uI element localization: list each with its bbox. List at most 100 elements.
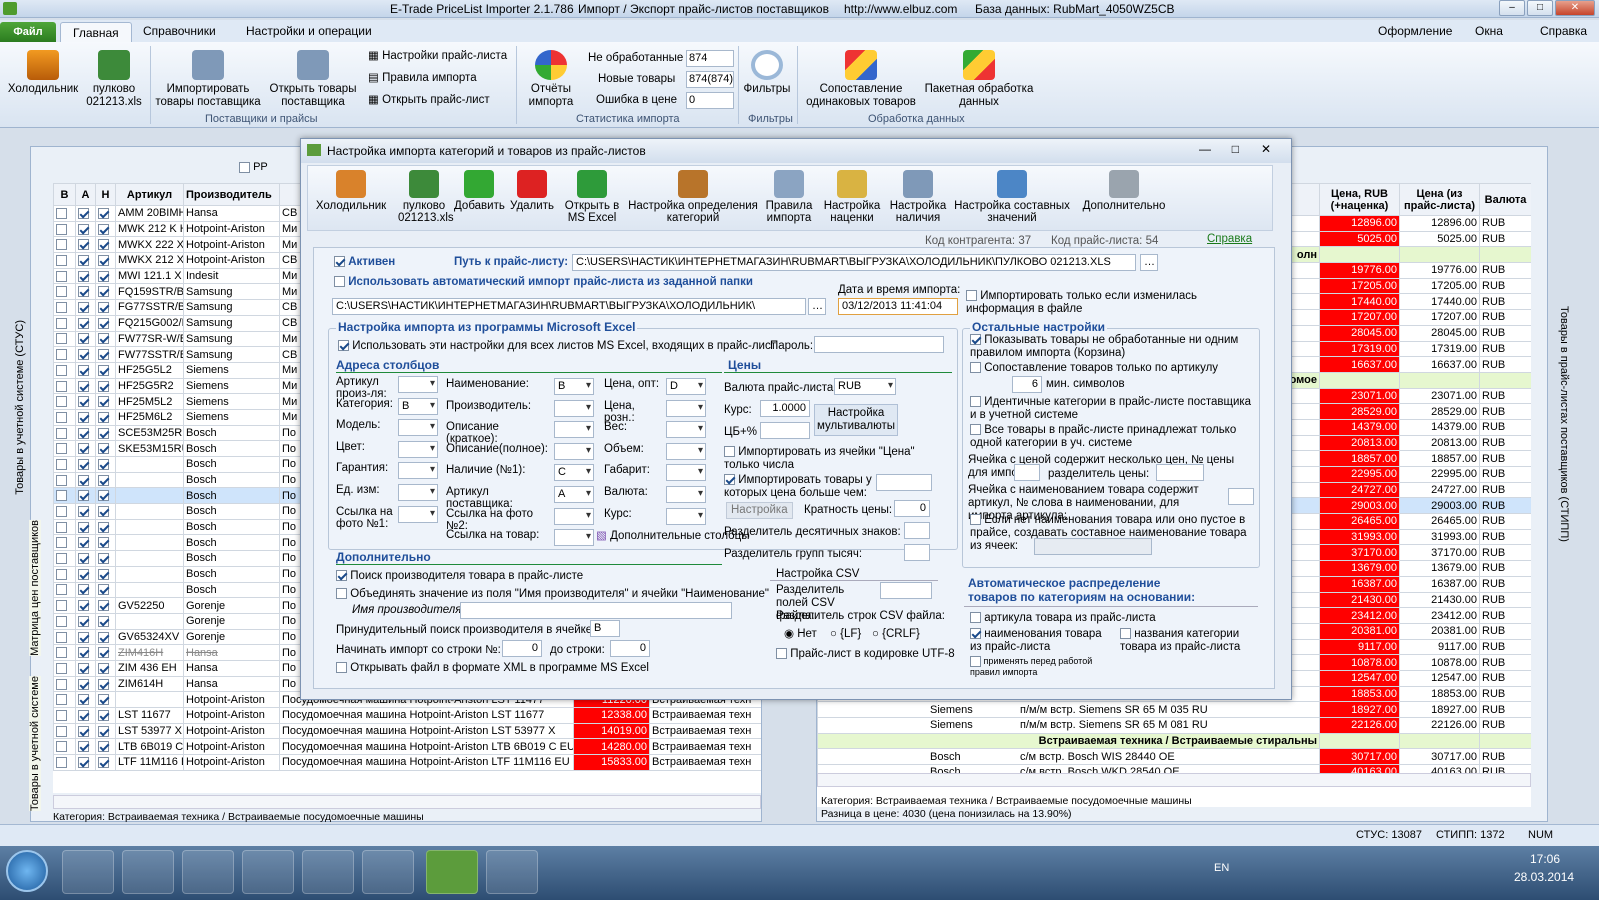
- row-checkbox[interactable]: [98, 521, 109, 533]
- row-checkbox[interactable]: [98, 584, 109, 596]
- row-checkbox[interactable]: [56, 380, 67, 392]
- row-checkbox[interactable]: [98, 380, 109, 392]
- c3-select-3[interactable]: [666, 442, 706, 460]
- datetime-input[interactable]: 03/12/2013 11:41:04: [838, 298, 958, 315]
- row-checkbox[interactable]: [78, 490, 89, 502]
- row-checkbox[interactable]: [56, 317, 67, 329]
- row-checkbox[interactable]: [98, 207, 109, 219]
- tab-main[interactable]: Главная: [60, 22, 132, 43]
- c2-select-2[interactable]: [554, 421, 594, 439]
- row-checkbox[interactable]: [56, 349, 67, 361]
- other-opt-1[interactable]: Показывать товары не обработанные ни одн…: [970, 334, 1250, 360]
- row-checkbox[interactable]: [78, 380, 89, 392]
- c3-select-0[interactable]: D: [666, 378, 706, 395]
- auto-import-checkbox[interactable]: Использовать автоматический импорт прайс…: [334, 276, 753, 289]
- toolbar-delete-button[interactable]: Удалить: [508, 170, 556, 212]
- row-checkbox[interactable]: [56, 490, 67, 502]
- merge-checkbox[interactable]: Объединять значение из поля "Имя произво…: [336, 588, 769, 601]
- csv-field-sep-input[interactable]: [880, 582, 932, 599]
- row-checkbox[interactable]: [98, 662, 109, 674]
- thousands-input[interactable]: [904, 544, 930, 561]
- row-checkbox[interactable]: [56, 662, 67, 674]
- row-checkbox[interactable]: [78, 286, 89, 298]
- row-checkbox[interactable]: [98, 255, 109, 266]
- other-opt-2[interactable]: Сопоставление товаров только по артикулу: [970, 362, 1218, 375]
- c1-select-0[interactable]: [398, 376, 438, 393]
- row-checkbox[interactable]: [78, 709, 89, 721]
- explorer-icon[interactable]: [62, 850, 114, 894]
- multiplicity-input[interactable]: 0: [894, 500, 930, 517]
- category-row[interactable]: Встраиваемая техника / Встраиваемые стир…: [817, 732, 1531, 750]
- maximize-button[interactable]: □: [1527, 0, 1553, 16]
- composite-name-input[interactable]: [1034, 538, 1152, 555]
- start-button[interactable]: [6, 850, 48, 892]
- compare-button[interactable]: Сопоставление одинаковых товаров: [802, 50, 920, 109]
- toolbar-fridge-button[interactable]: Холодильник: [312, 170, 390, 212]
- excel-taskbar-icon[interactable]: [486, 850, 538, 894]
- row-checkbox[interactable]: [98, 490, 109, 502]
- row-checkbox[interactable]: [56, 678, 67, 690]
- other-opt-3[interactable]: Идентичные категории в прайс-листе поста…: [970, 396, 1254, 422]
- row-checkbox[interactable]: [98, 317, 109, 329]
- media-player-icon[interactable]: [182, 850, 234, 894]
- row-checkbox[interactable]: [98, 333, 109, 345]
- row-checkbox[interactable]: [78, 270, 89, 282]
- help-link[interactable]: Справка: [1207, 233, 1252, 246]
- row-checkbox[interactable]: [78, 553, 89, 565]
- price-index-input[interactable]: [1014, 464, 1040, 481]
- row-checkbox[interactable]: [98, 600, 109, 612]
- side-tab-accounting[interactable]: Товары в учетной системе: [29, 676, 41, 812]
- col-header-price-markup[interactable]: Цена, RUB (+наценка): [1319, 183, 1400, 216]
- side-tab-stipp[interactable]: Товары в прайс-листах поставщиков (СТИПП…: [1558, 306, 1570, 542]
- row-checkbox[interactable]: [78, 302, 89, 314]
- row-checkbox[interactable]: [78, 757, 89, 768]
- auto-by-name[interactable]: наименования товара из прайс-листа: [970, 628, 1116, 654]
- word-icon[interactable]: [362, 850, 414, 894]
- c1-select-3[interactable]: [398, 440, 438, 458]
- row-checkbox[interactable]: [56, 600, 67, 612]
- auto-by-article[interactable]: артикула товара из прайс-листа: [970, 612, 1156, 625]
- row-checkbox[interactable]: [78, 474, 89, 486]
- toolbar-extra-button[interactable]: Дополнительно: [1076, 170, 1172, 212]
- price-greater-checkbox[interactable]: Импортировать товары у которых цена боль…: [724, 474, 874, 500]
- row-checkbox[interactable]: [98, 757, 109, 768]
- path-browse-button[interactable]: …: [1140, 254, 1158, 271]
- fridge-button[interactable]: Холодильник: [6, 50, 80, 96]
- row-checkbox[interactable]: [78, 396, 89, 408]
- c3-select-6[interactable]: [666, 507, 706, 525]
- row-checkbox[interactable]: [56, 286, 67, 298]
- row-checkbox[interactable]: [78, 662, 89, 674]
- row-checkbox[interactable]: [56, 647, 67, 659]
- cb-input[interactable]: [760, 422, 810, 439]
- row-checkbox[interactable]: [98, 553, 109, 565]
- row-checkbox[interactable]: [78, 615, 89, 627]
- toolbar-pulkovo-button[interactable]: пулково 021213.xls: [398, 170, 454, 224]
- row-checkbox[interactable]: [98, 427, 109, 439]
- row-checkbox[interactable]: [98, 349, 109, 361]
- import-rules-button[interactable]: ▤ Правила импорта: [368, 72, 477, 85]
- row-checkbox[interactable]: [78, 600, 89, 612]
- row-checkbox[interactable]: [78, 427, 89, 439]
- c2-select-6[interactable]: [554, 507, 594, 525]
- row-checkbox[interactable]: [98, 694, 109, 706]
- row-checkbox[interactable]: [56, 553, 67, 565]
- row-checkbox[interactable]: [98, 725, 109, 737]
- table-row[interactable]: LTF 11M116 E Hotpoint-Ariston Посудомоечна…: [53, 754, 761, 771]
- row-checkbox[interactable]: [56, 568, 67, 580]
- clock-time[interactable]: 17:06: [1530, 852, 1560, 866]
- row-checkbox[interactable]: [78, 537, 89, 549]
- row-checkbox[interactable]: [98, 443, 109, 455]
- csv-radio-crlf[interactable]: ○ {CRLF}: [872, 628, 920, 641]
- row-checkbox[interactable]: [56, 709, 67, 721]
- row-checkbox[interactable]: [98, 270, 109, 282]
- table-row[interactable]: LST 53977 X Hotpoint-Ariston Посудомоечная…: [53, 722, 761, 740]
- filters-button[interactable]: Фильтры: [742, 50, 792, 96]
- row-checkbox[interactable]: [78, 443, 89, 455]
- row-checkbox[interactable]: [78, 741, 89, 753]
- row-checkbox[interactable]: [98, 568, 109, 580]
- price-greater-input[interactable]: [876, 474, 932, 491]
- tab-settings[interactable]: Настройки и операции: [246, 24, 372, 38]
- password-input[interactable]: [814, 336, 944, 353]
- row-checkbox[interactable]: [98, 537, 109, 549]
- auto-by-category[interactable]: названия категории товара из прайс-листа: [1120, 628, 1258, 654]
